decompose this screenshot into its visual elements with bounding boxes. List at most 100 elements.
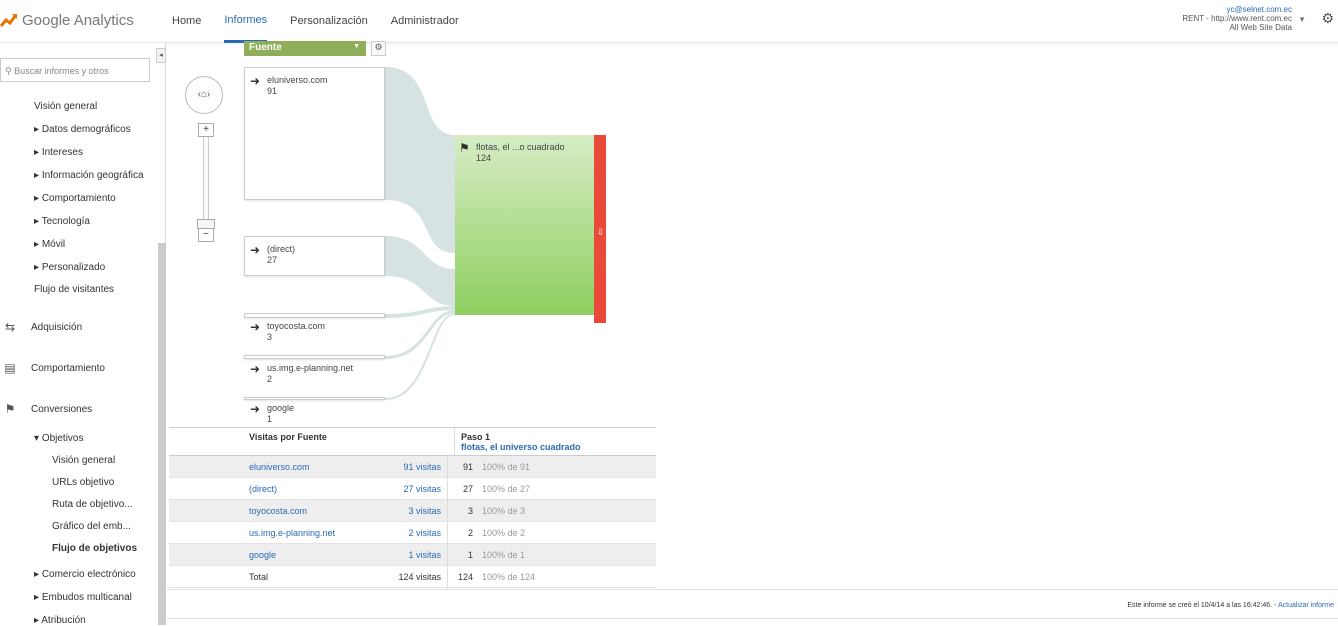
source-value: 3: [267, 332, 273, 342]
goal-flag-icon: ⚑: [459, 141, 470, 155]
sidebar-item-ruta-objetivo[interactable]: Ruta de objetivo...: [52, 499, 133, 510]
sidebar-item-datos-demograficos[interactable]: ▸ Datos demográficos: [34, 124, 131, 135]
sidebar-item-urls-objetivo[interactable]: URLs objetivo: [52, 477, 114, 488]
collapse-sidebar-button[interactable]: ◂: [156, 48, 166, 63]
row-visits[interactable]: 2 visitas: [379, 521, 448, 544]
sidebar-item-flujo-objetivos[interactable]: Flujo de objetivos: [52, 543, 137, 554]
source-name: toyocosta.com: [267, 321, 326, 331]
account-property: RENT - http://www.rent.com.ec: [1182, 14, 1292, 23]
nav-informes[interactable]: Informes: [224, 0, 268, 43]
settings-gear-icon[interactable]: ⚙: [1321, 10, 1334, 27]
row-percent: 100% de 91: [482, 461, 531, 472]
expand-arrow-icon: ▸: [34, 147, 42, 158]
row-source-link[interactable]: us.img.e-planning.net: [249, 528, 379, 538]
source-name: eluniverso.com: [267, 75, 328, 85]
source-arrow-icon: ➜: [250, 74, 261, 88]
source-name: google: [267, 403, 295, 413]
source-node-eplanning[interactable]: [244, 355, 385, 359]
sidebar-item-tecnologia[interactable]: ▸ Tecnología: [34, 216, 90, 227]
sidebar-item-obj-vision-general[interactable]: Visión general: [52, 455, 115, 466]
source-arrow-icon: ➜: [250, 362, 261, 376]
flow-link-toyocosta[interactable]: [385, 306, 455, 318]
row-source-link[interactable]: eluniverso.com: [249, 462, 379, 472]
sidebar-item-label: Comportamiento: [41, 193, 116, 204]
refresh-report-link[interactable]: Actualizar informe: [1278, 602, 1334, 609]
sidebar-item-label: Personalizado: [41, 262, 106, 273]
report-footer: Este informe se creó el 10/4/14 a las 16…: [167, 589, 1338, 619]
sidebar-item-objetivos[interactable]: ▾ Objetivos: [34, 433, 84, 444]
source-arrow-icon: ➜: [250, 320, 261, 334]
logo-text: Google Analytics: [22, 11, 134, 29]
sidebar-item-vision-general[interactable]: Visión general: [34, 101, 97, 112]
row-count: 3: [467, 505, 473, 516]
table-total-row: Total 124 visitas 124 100% de 124: [169, 565, 656, 588]
sidebar-item-comportamiento[interactable]: ▸ Comportamiento: [34, 193, 116, 204]
row-visits[interactable]: 3 visitas: [379, 499, 448, 522]
source-label-eplanning: ➜ us.img.e-planning.net 2: [250, 363, 353, 385]
expand-arrow-icon: ▸: [34, 170, 42, 181]
row-source-link[interactable]: toyocosta.com: [249, 506, 379, 516]
expand-arrow-icon: ▸: [34, 193, 42, 204]
sidebar-scrollbar[interactable]: [158, 243, 166, 625]
row-source-link[interactable]: (direct): [249, 484, 379, 494]
sidebar-item-atribucion[interactable]: ▸ Atribución: [34, 615, 86, 626]
source-label-google: ➜ google 1: [250, 403, 294, 425]
sidebar-item-label: Atribución: [41, 615, 86, 626]
source-arrow-icon: ➜: [250, 402, 261, 416]
sidebar-item-flujo-visitantes[interactable]: Flujo de visitantes: [34, 284, 114, 295]
header-step: Paso 1 flotas, el universo cuadrado: [454, 428, 581, 455]
source-name: us.img.e-planning.net: [267, 363, 354, 373]
expand-arrow-icon: ▸: [34, 592, 42, 603]
account-selector[interactable]: yc@selnet.com.ec RENT - http://www.rent.…: [1182, 5, 1292, 32]
sidebar-item-label: Móvil: [41, 239, 66, 250]
sidebar-section-comportamiento[interactable]: ▤ Comportamiento: [0, 361, 105, 375]
behavior-grid-icon: ▤: [4, 361, 16, 375]
sidebar-item-movil[interactable]: ▸ Móvil: [34, 239, 65, 250]
conversion-flag-icon: ⚑: [4, 402, 16, 416]
table-row: toyocosta.com 3 visitas 3 100% de 3: [169, 499, 656, 522]
row-percent: 100% de 3: [482, 505, 526, 516]
sidebar-item-comercio-electronico[interactable]: ▸ Comercio electrónico: [34, 569, 136, 580]
sidebar-section-conversiones[interactable]: ⚑ Conversiones: [0, 402, 93, 416]
sidebar-item-personalizado[interactable]: ▸ Personalizado: [34, 262, 105, 273]
flow-link-eluniverso[interactable]: [385, 67, 455, 253]
account-caret-icon[interactable]: ▼: [1298, 15, 1306, 24]
search-icon: ⚲: [5, 66, 12, 76]
source-name: (direct): [267, 244, 296, 254]
row-source-link[interactable]: google: [249, 550, 379, 560]
goal-value: 124: [476, 153, 492, 163]
row-percent: 100% de 27: [482, 483, 531, 494]
header-step-label: Paso 1: [461, 432, 491, 442]
row-count: 27: [462, 483, 473, 494]
nav-personalizacion[interactable]: Personalización: [290, 0, 368, 43]
source-node-toyocosta[interactable]: [244, 313, 385, 318]
sidebar-item-label: Objetivos: [41, 433, 84, 444]
row-visits[interactable]: 1 visitas: [379, 543, 448, 566]
sidebar-item-grafico-embudo[interactable]: Gráfico del emb...: [52, 521, 131, 532]
nav-administrador[interactable]: Administrador: [391, 0, 459, 43]
sidebar-section-adquisicion[interactable]: ⇆ Adquisición: [0, 320, 82, 334]
sidebar-item-embudos-multicanal[interactable]: ▸ Embudos multicanal: [34, 592, 132, 603]
table-row: us.img.e-planning.net 2 visitas 2 100% d…: [169, 521, 656, 544]
exit-arrow-icon[interactable]: ⇩: [597, 228, 605, 238]
table-row: google 1 visitas 1 100% de 1: [169, 543, 656, 566]
sidebar-item-informacion-geografica[interactable]: ▸ Información geográfica: [34, 170, 144, 181]
ga-logo[interactable]: Google Analytics: [0, 8, 134, 32]
row-count: 2: [467, 527, 473, 538]
search-placeholder: Buscar informes y otros: [14, 66, 109, 76]
expand-arrow-icon: ▸: [34, 216, 42, 227]
source-label-direct: ➜ (direct) 27: [250, 244, 295, 266]
row-visits[interactable]: 27 visitas: [379, 477, 448, 500]
source-label-toyocosta: ➜ toyocosta.com 3: [250, 321, 325, 343]
search-input[interactable]: ⚲ Buscar informes y otros: [0, 58, 150, 82]
source-value: 27: [267, 255, 278, 265]
expand-arrow-icon: ▸: [34, 569, 42, 580]
source-node-google[interactable]: [244, 397, 385, 400]
nav-home[interactable]: Home: [172, 0, 201, 43]
row-percent: 100% de 2: [482, 527, 526, 538]
row-visits[interactable]: 91 visitas: [379, 455, 448, 478]
sidebar-item-label: Comercio electrónico: [41, 569, 136, 580]
sidebar-item-intereses[interactable]: ▸ Intereses: [34, 147, 83, 158]
header-goal-link[interactable]: flotas, el universo cuadrado: [461, 442, 581, 452]
source-label-eluniverso: ➜ eluniverso.com 91: [250, 75, 328, 97]
